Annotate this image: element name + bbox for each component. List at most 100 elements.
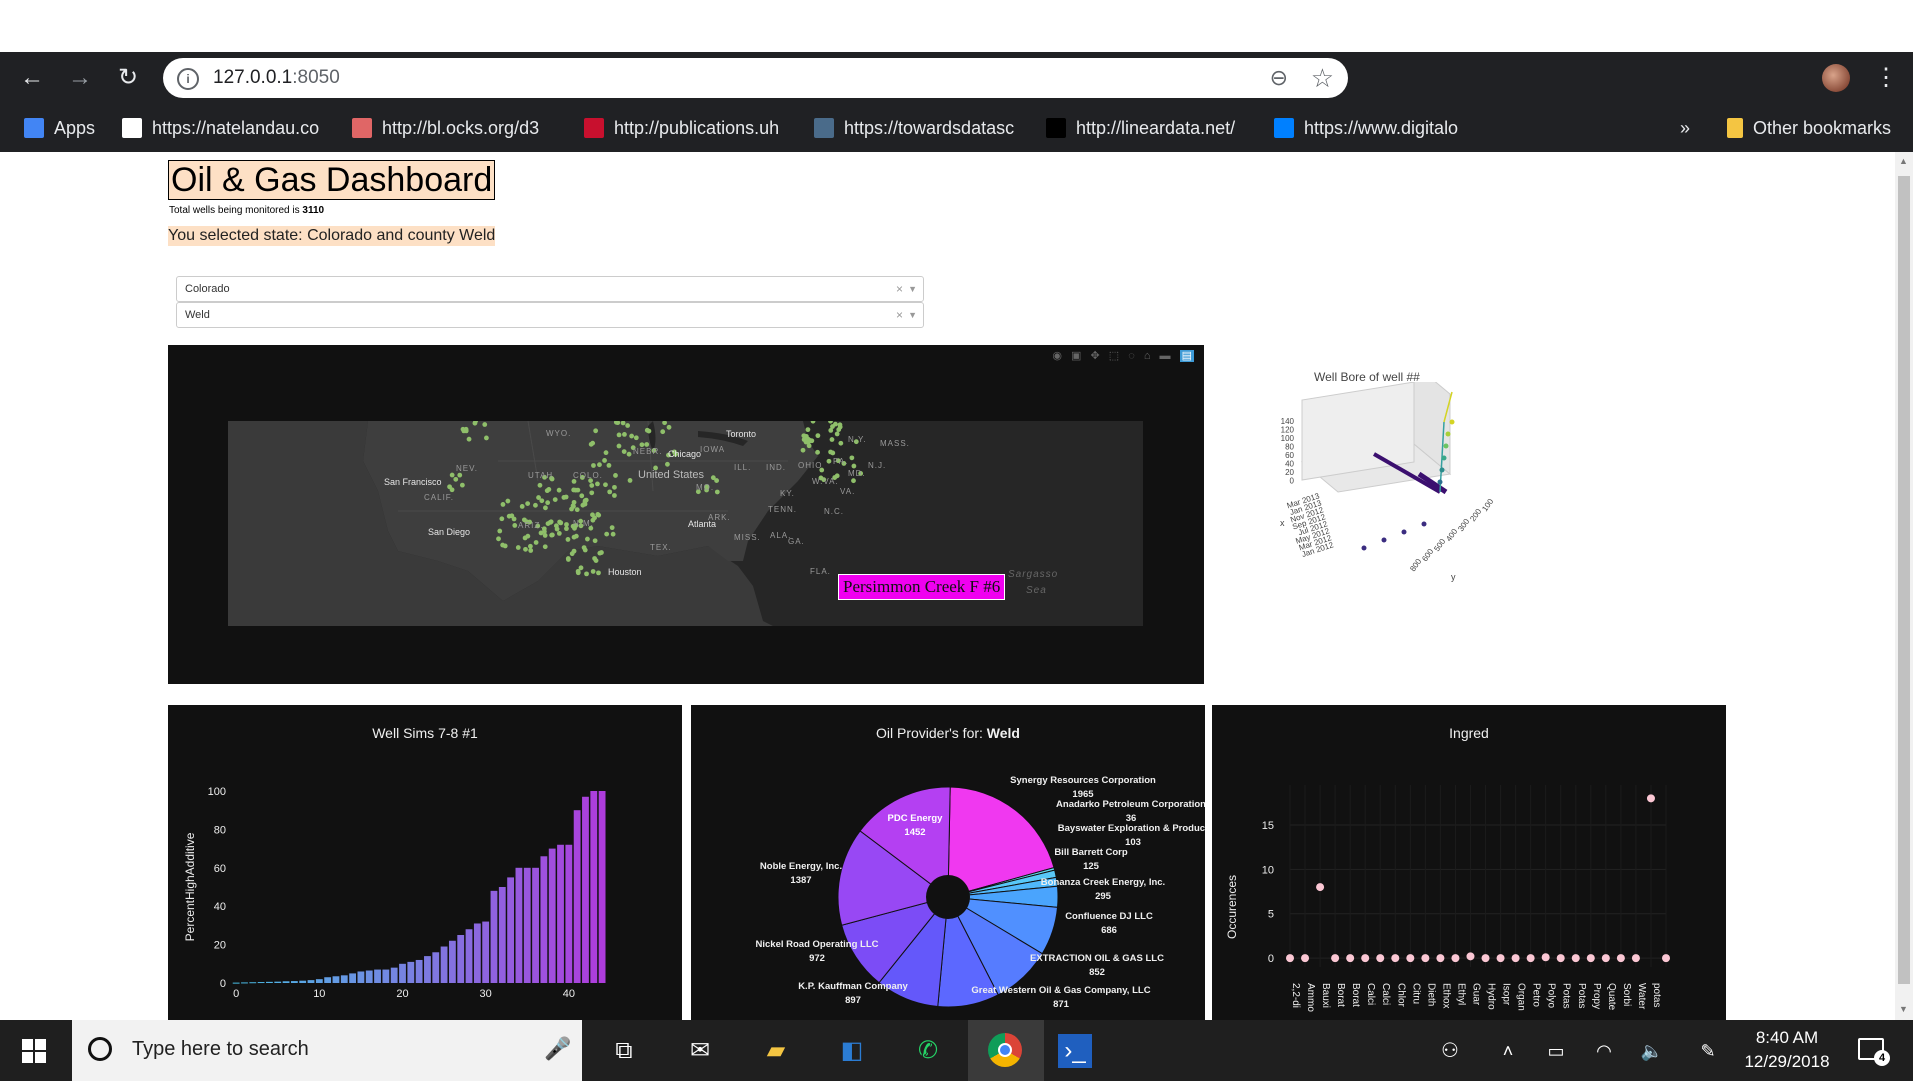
bar[interactable] — [390, 967, 398, 983]
bookmark-item[interactable]: https://natelandau.co — [122, 116, 327, 140]
bar[interactable] — [274, 981, 282, 983]
bar[interactable] — [315, 979, 323, 983]
well-marker[interactable] — [537, 482, 543, 488]
bar[interactable] — [357, 971, 365, 983]
well-marker[interactable] — [592, 538, 598, 544]
well-marker[interactable] — [837, 422, 843, 428]
scatter-point[interactable] — [1451, 954, 1460, 963]
mail-icon[interactable]: ✉ — [682, 1033, 718, 1069]
people-icon[interactable]: ⚇ — [1432, 1033, 1468, 1069]
well-marker[interactable] — [603, 482, 608, 488]
well-marker[interactable] — [506, 513, 512, 519]
well-bore-point[interactable] — [1381, 537, 1387, 543]
well-marker[interactable] — [556, 487, 562, 493]
bar[interactable] — [590, 791, 598, 983]
bookmark-item[interactable]: http://lineardata.net/ — [1046, 116, 1246, 140]
clear-state-icon[interactable]: × — [896, 277, 903, 301]
bar[interactable] — [257, 982, 265, 984]
scatter-point[interactable] — [1586, 954, 1595, 963]
well-marker[interactable] — [525, 533, 531, 539]
well-bore-point[interactable] — [1401, 529, 1407, 535]
bar[interactable] — [299, 980, 307, 983]
scatter-point[interactable] — [1361, 954, 1370, 963]
well-marker[interactable] — [502, 543, 508, 549]
bar[interactable] — [415, 959, 423, 983]
well-marker[interactable] — [461, 428, 467, 434]
well-marker[interactable] — [800, 447, 806, 453]
well-marker[interactable] — [519, 504, 525, 509]
well-marker[interactable] — [612, 493, 617, 498]
bar[interactable] — [440, 946, 448, 983]
well-marker[interactable] — [585, 536, 590, 542]
scatter-point[interactable] — [1601, 954, 1610, 963]
bar[interactable] — [266, 981, 273, 983]
well-marker[interactable] — [826, 458, 832, 464]
scatter-point[interactable] — [1571, 954, 1580, 963]
well-marker[interactable] — [610, 531, 616, 537]
well-marker[interactable] — [579, 493, 585, 499]
well-marker[interactable] — [597, 462, 602, 468]
bar[interactable] — [282, 981, 290, 983]
well-marker[interactable] — [582, 501, 588, 507]
pan-icon[interactable]: ✥ — [1090, 350, 1099, 362]
taskbar-search-box[interactable]: Type here to search 🎤 — [72, 1020, 582, 1081]
bookmark-star-icon[interactable]: ☆ — [1311, 63, 1334, 94]
bar[interactable] — [582, 796, 589, 983]
well-marker[interactable] — [545, 500, 551, 506]
bar[interactable] — [465, 929, 473, 983]
eraser-icon[interactable]: ▬ — [1160, 350, 1171, 362]
well-marker[interactable] — [499, 516, 505, 522]
home-icon[interactable]: ⌂ — [1144, 350, 1151, 362]
chrome-taskbar-item[interactable] — [968, 1020, 1044, 1081]
notification-center-icon[interactable]: 4 — [1858, 1038, 1890, 1066]
well-marker[interactable] — [527, 543, 533, 549]
forward-icon[interactable]: → — [66, 64, 94, 92]
well-marker[interactable] — [849, 455, 855, 461]
well-marker[interactable] — [552, 497, 558, 503]
bar[interactable] — [482, 921, 490, 983]
scatter-point[interactable] — [1662, 954, 1670, 963]
well-marker[interactable] — [482, 422, 488, 427]
well-marker[interactable] — [714, 478, 720, 483]
save-icon[interactable]: ▣ — [1071, 350, 1081, 362]
well-marker[interactable] — [466, 436, 472, 442]
bar[interactable] — [473, 923, 481, 983]
well-marker[interactable] — [496, 536, 501, 542]
well-marker[interactable] — [589, 483, 595, 488]
well-marker[interactable] — [829, 437, 835, 442]
well-marker[interactable] — [523, 546, 528, 552]
well-marker[interactable] — [565, 556, 571, 561]
bar[interactable] — [249, 982, 257, 984]
bar[interactable] — [532, 867, 539, 983]
well-marker[interactable] — [584, 571, 589, 577]
well-marker[interactable] — [573, 533, 579, 539]
well-marker[interactable] — [590, 569, 596, 574]
scatter-point[interactable] — [1316, 883, 1325, 892]
pie-chart-svg[interactable]: Synergy Resources Corporation1965Anadark… — [691, 705, 1206, 1020]
well-marker[interactable] — [807, 438, 813, 444]
camera-icon[interactable]: ◉ — [1052, 350, 1062, 362]
well-marker[interactable] — [564, 522, 569, 527]
wifi-icon[interactable]: ◠ — [1586, 1033, 1622, 1069]
well-marker[interactable] — [804, 434, 809, 439]
scatter-point[interactable] — [1286, 954, 1294, 963]
scroll-down-icon[interactable]: ▼ — [1899, 1004, 1908, 1014]
county-dropdown[interactable]: Weld × ▼ — [176, 302, 924, 328]
info-icon[interactable]: i — [177, 68, 199, 90]
bar[interactable] — [232, 982, 240, 984]
bar[interactable] — [332, 976, 340, 983]
well-marker[interactable] — [538, 530, 544, 536]
well-marker[interactable] — [449, 487, 455, 493]
bar[interactable] — [523, 867, 531, 983]
well-marker[interactable] — [571, 499, 577, 505]
chevron-down-icon[interactable]: ▼ — [908, 277, 917, 301]
bar[interactable] — [349, 973, 357, 983]
well-marker[interactable] — [581, 545, 587, 551]
outlook-icon[interactable]: ◧ — [834, 1033, 870, 1069]
well-marker[interactable] — [505, 498, 511, 504]
scatter-point[interactable] — [1301, 954, 1310, 963]
scatter-point[interactable] — [1631, 954, 1640, 963]
well-marker[interactable] — [528, 548, 534, 553]
reload-icon[interactable]: ↻ — [114, 64, 142, 92]
bar[interactable] — [498, 887, 506, 983]
